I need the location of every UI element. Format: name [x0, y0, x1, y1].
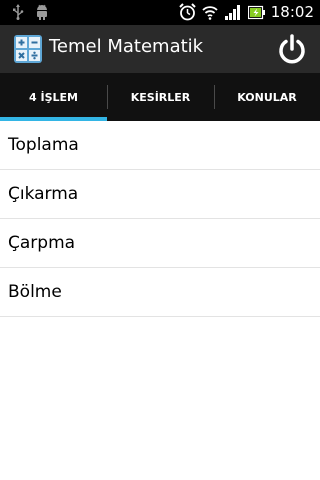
wifi-icon [202, 5, 218, 24]
list-item-carpma[interactable]: Çarpma [0, 219, 320, 268]
power-icon [279, 34, 305, 64]
action-bar: Temel Matematik [0, 25, 320, 73]
power-button[interactable] [276, 33, 308, 65]
signal-icon [225, 5, 241, 24]
android-debug-icon [35, 4, 49, 24]
operations-list: Toplama Çıkarma Çarpma Bölme [0, 121, 320, 317]
tab-label: KESİRLER [130, 90, 191, 104]
battery-icon [247, 5, 266, 24]
app-title: Temel Matematik [49, 36, 204, 57]
list-item-cikarma[interactable]: Çıkarma [0, 170, 320, 219]
list-item-bolme[interactable]: Bölme [0, 268, 320, 317]
list-item-toplama[interactable]: Toplama [0, 121, 320, 170]
tab-label: KONULAR [237, 90, 297, 104]
list-item-label: Bölme [8, 282, 62, 302]
tab-kesirler[interactable]: KESİRLER [107, 73, 214, 121]
tab-4-islem[interactable]: 4 İŞLEM [0, 73, 107, 121]
usb-icon [12, 4, 24, 24]
list-item-label: Çarpma [8, 233, 76, 253]
clock-time: 18:02 [270, 3, 314, 21]
list-item-label: Toplama [8, 135, 79, 155]
tab-label: 4 İŞLEM [29, 90, 78, 104]
calculator-icon [14, 35, 42, 63]
tab-bar: 4 İŞLEM KESİRLER KONULAR [0, 73, 320, 121]
tab-konular[interactable]: KONULAR [214, 73, 320, 121]
status-bar: 18:02 [0, 0, 320, 25]
alarm-icon [179, 3, 196, 25]
list-item-label: Çıkarma [8, 184, 79, 204]
